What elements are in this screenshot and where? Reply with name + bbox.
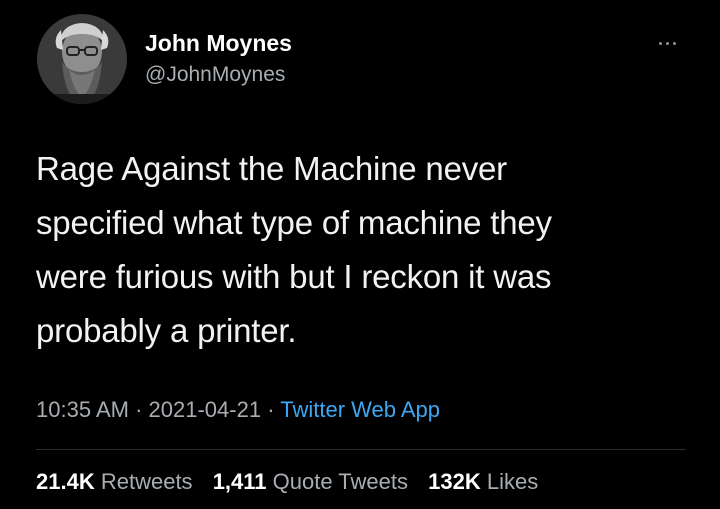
avatar-image (37, 14, 127, 104)
tweet-source-link[interactable]: Twitter Web App (280, 397, 440, 422)
tweet-stats: 21.4K Retweets 1,411 Quote Tweets 132K L… (36, 467, 552, 497)
meta-separator: · (267, 397, 275, 422)
more-dot (665, 41, 669, 45)
more-dot (658, 41, 662, 45)
quote-tweets-label: Quote Tweets (272, 469, 408, 494)
tweet-time[interactable]: 10:35 AM (36, 397, 129, 422)
likes-count: 132K (428, 469, 481, 494)
tweet-text-line: specified what type of machine they (36, 204, 552, 241)
author-handle[interactable]: @JohnMoynes (145, 60, 285, 90)
author-display-name[interactable]: John Moynes (145, 28, 292, 58)
tweet-text-line: probably a printer. (36, 312, 297, 349)
more-dot (672, 41, 676, 45)
quote-tweets-count: 1,411 (212, 469, 267, 494)
divider (36, 449, 686, 450)
more-options-icon[interactable] (650, 28, 684, 58)
tweet-card: John Moynes @JohnMoynes Rage Against the… (0, 0, 720, 509)
avatar[interactable] (37, 14, 127, 104)
tweet-date[interactable]: 2021-04-21 (149, 397, 262, 422)
quote-tweets-stat[interactable]: 1,411 Quote Tweets (213, 467, 408, 497)
tweet-text-line: were furious with but I reckon it was (36, 258, 552, 295)
retweets-stat[interactable]: 21.4K Retweets (36, 467, 193, 497)
meta-separator: · (135, 397, 143, 422)
likes-stat[interactable]: 132K Likes (428, 467, 538, 497)
likes-label: Likes (486, 469, 539, 494)
tweet-meta: 10:35 AM · 2021-04-21 · Twitter Web App (36, 395, 440, 425)
retweets-count: 21.4K (36, 469, 95, 494)
tweet-text-line: Rage Against the Machine never (36, 150, 507, 187)
retweets-label: Retweets (100, 469, 193, 494)
tweet-text: Rage Against the Machine never specified… (36, 142, 686, 358)
